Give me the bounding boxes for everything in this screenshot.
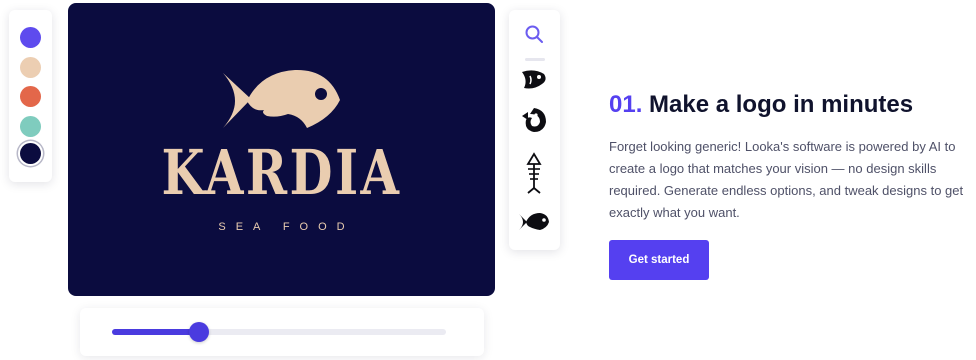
- feature-number: 01.: [609, 91, 643, 118]
- slider-track[interactable]: [112, 322, 446, 342]
- feature-copy: 01. Make a logo in minutes Forget lookin…: [609, 90, 976, 224]
- feature-heading: 01. Make a logo in minutes: [609, 90, 976, 120]
- slider-thumb[interactable]: [188, 322, 209, 342]
- icon-picker: [509, 10, 560, 250]
- fish-icon[interactable]: [517, 206, 551, 238]
- logo-tagline: SEA FOOD: [218, 221, 355, 233]
- swatch-sand[interactable]: [20, 57, 41, 78]
- logo-brand-name: KARDIA: [161, 136, 402, 209]
- search-icon[interactable]: [517, 18, 551, 50]
- slider-fill: [112, 329, 199, 335]
- color-palette: [9, 10, 52, 182]
- fish-curled-icon[interactable]: [517, 104, 551, 136]
- fish-head-icon[interactable]: [517, 64, 551, 96]
- picker-divider: [525, 58, 545, 61]
- fish-icon: [223, 69, 340, 128]
- size-slider-panel: [80, 308, 484, 356]
- feature-description: Forget looking generic! Looka's software…: [609, 139, 964, 220]
- get-started-button[interactable]: Get started: [609, 240, 709, 280]
- swatch-navy[interactable]: [20, 143, 41, 164]
- swatch-purple[interactable]: [20, 27, 41, 48]
- fish-skeleton-icon[interactable]: [517, 152, 551, 194]
- logo-preview-canvas: KARDIA SEA FOOD: [68, 3, 495, 296]
- feature-title: Make a logo in minutes: [649, 91, 914, 118]
- feature-section: KARDIA SEA FOOD 01. Make a logo in minut…: [0, 0, 976, 360]
- swatch-teal[interactable]: [20, 116, 41, 137]
- swatch-coral[interactable]: [20, 86, 41, 107]
